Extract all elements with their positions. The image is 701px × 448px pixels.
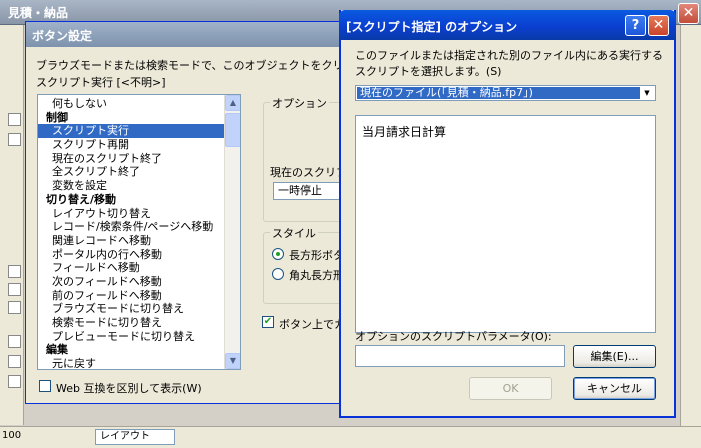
script-exec-label: スクリプト実行 [<不明>] xyxy=(36,76,166,89)
portal-tool-icon[interactable] xyxy=(8,375,21,388)
edit-button[interactable]: 編集(E)... xyxy=(573,345,656,368)
select-tool-icon[interactable] xyxy=(8,113,21,126)
action-list[interactable]: 何もしない 制御 スクリプト実行 スクリプト再開 現在のスクリプト終了 全スクリプト終了変… xyxy=(37,94,241,370)
script-parameter-input[interactable] xyxy=(355,345,565,367)
script-list[interactable]: 当月請求日計算 xyxy=(355,115,656,333)
chevron-down-icon[interactable]: ▼ xyxy=(640,87,654,99)
script-options-titlebar: [スクリプト指定] のオプション ? ✕ xyxy=(339,10,676,40)
zoom-level[interactable]: 100 xyxy=(2,430,21,441)
rect-tool-icon[interactable] xyxy=(8,301,21,314)
action-list-scrollbar[interactable]: ▲ ▼ xyxy=(224,95,240,369)
action-list-item[interactable]: ブラウズモードに切り替え xyxy=(38,302,224,316)
action-list-item[interactable]: ポータル内の行へ移動 xyxy=(38,248,224,262)
cancel-button[interactable]: キャンセル xyxy=(573,377,656,400)
action-list-items: 何もしない 制御 スクリプト実行 スクリプト再開 現在のスクリプト終了 全スクリプト終了変… xyxy=(38,97,224,369)
script-options-title: [スクリプト指定] のオプション xyxy=(346,20,518,34)
style-round-radio[interactable] xyxy=(272,268,284,280)
script-parameter-label: オプションのスクリプトパラメータ(O): xyxy=(355,330,552,343)
button-settings-titlebar: ボタン設定 xyxy=(26,22,364,47)
action-category[interactable]: 編集 xyxy=(38,343,224,357)
app-right-strip xyxy=(680,25,701,448)
action-category[interactable]: 制御 xyxy=(38,111,224,125)
app-statusbar: 100 レイアウト xyxy=(0,426,701,448)
script-options-dialog: [スクリプト指定] のオプション ? ✕ このファイルまたは指定された別のファイ… xyxy=(339,10,676,418)
action-list-item[interactable]: 前のフィールドへ移動 xyxy=(38,289,224,303)
action-list-item[interactable]: フィールドへ移動 xyxy=(38,261,224,275)
app-close-button[interactable]: ✕ xyxy=(678,3,699,24)
options-group-title: オプション xyxy=(270,95,329,111)
action-list-item[interactable]: 現在のスクリプト終了 xyxy=(38,152,224,166)
change-cursor-checkbox[interactable]: ✔ xyxy=(262,316,274,328)
style-round-label: 角丸長方形 xyxy=(289,269,344,282)
script-options-description: このファイルまたは指定された別のファイル内にある実行するスクリプトを選択します。… xyxy=(355,49,663,78)
scroll-thumb[interactable] xyxy=(225,113,240,147)
scroll-up-icon[interactable]: ▲ xyxy=(225,95,240,111)
web-compat-checkbox[interactable] xyxy=(39,380,51,392)
button-settings-title: ボタン設定 xyxy=(32,29,93,43)
action-list-item[interactable]: スクリプト実行 xyxy=(38,124,224,139)
action-list-item[interactable]: 関連レコードへ移動 xyxy=(38,234,224,248)
pointer-tool-icon[interactable] xyxy=(8,265,21,278)
button-settings-description: ブラウズモードまたは検索モードで、このオブジェクトをクリックしたときの動作 xyxy=(36,59,361,72)
button-settings-dialog: ボタン設定 ブラウズモードまたは検索モードで、このオブジェクトをクリックしたとき… xyxy=(25,21,373,404)
close-button[interactable]: ✕ xyxy=(648,15,669,36)
style-rect-radio[interactable] xyxy=(272,248,284,260)
field-tool-icon[interactable] xyxy=(8,335,21,348)
app-title: 見積・納品 xyxy=(8,6,69,20)
action-list-item[interactable]: レイアウト切り替え xyxy=(38,207,224,221)
web-compat-label: Web 互換を区別して表示(W) xyxy=(56,382,202,395)
action-category[interactable]: 切り替え/移動 xyxy=(38,193,224,207)
app-left-panel xyxy=(0,25,24,425)
text-tool-icon[interactable] xyxy=(8,133,21,146)
help-button[interactable]: ? xyxy=(625,15,646,36)
line-tool-icon[interactable] xyxy=(8,283,21,296)
layout-mode-popup[interactable]: レイアウト xyxy=(95,429,175,445)
file-select-value: 現在のファイル(「見積・納品.fp7」) xyxy=(357,87,640,99)
action-list-item[interactable]: スクリプト再開 xyxy=(38,138,224,152)
action-list-item[interactable]: 何もしない xyxy=(38,97,224,111)
style-rect-label: 長方形ボタ xyxy=(289,249,344,262)
style-group-title: スタイル xyxy=(270,225,318,241)
action-list-item[interactable]: レコード/検索条件/ページへ移動 xyxy=(38,220,224,234)
ok-button[interactable]: OK xyxy=(469,377,552,400)
script-list-item[interactable]: 当月請求日計算 xyxy=(362,123,446,140)
action-list-item[interactable]: 次のフィールドへ移動 xyxy=(38,275,224,289)
action-list-item[interactable]: 検索モードに切り替え xyxy=(38,316,224,330)
action-list-item[interactable]: 変数を設定 xyxy=(38,179,224,193)
action-list-item[interactable]: 全スクリプト終了 xyxy=(38,165,224,179)
action-list-item[interactable]: 元に戻す xyxy=(38,357,224,369)
action-list-item[interactable]: プレビューモードに切り替え xyxy=(38,330,224,344)
button-tool-icon[interactable] xyxy=(8,355,21,368)
scroll-down-icon[interactable]: ▼ xyxy=(225,353,240,369)
file-select-dropdown[interactable]: 現在のファイル(「見積・納品.fp7」) ▼ xyxy=(355,85,656,101)
